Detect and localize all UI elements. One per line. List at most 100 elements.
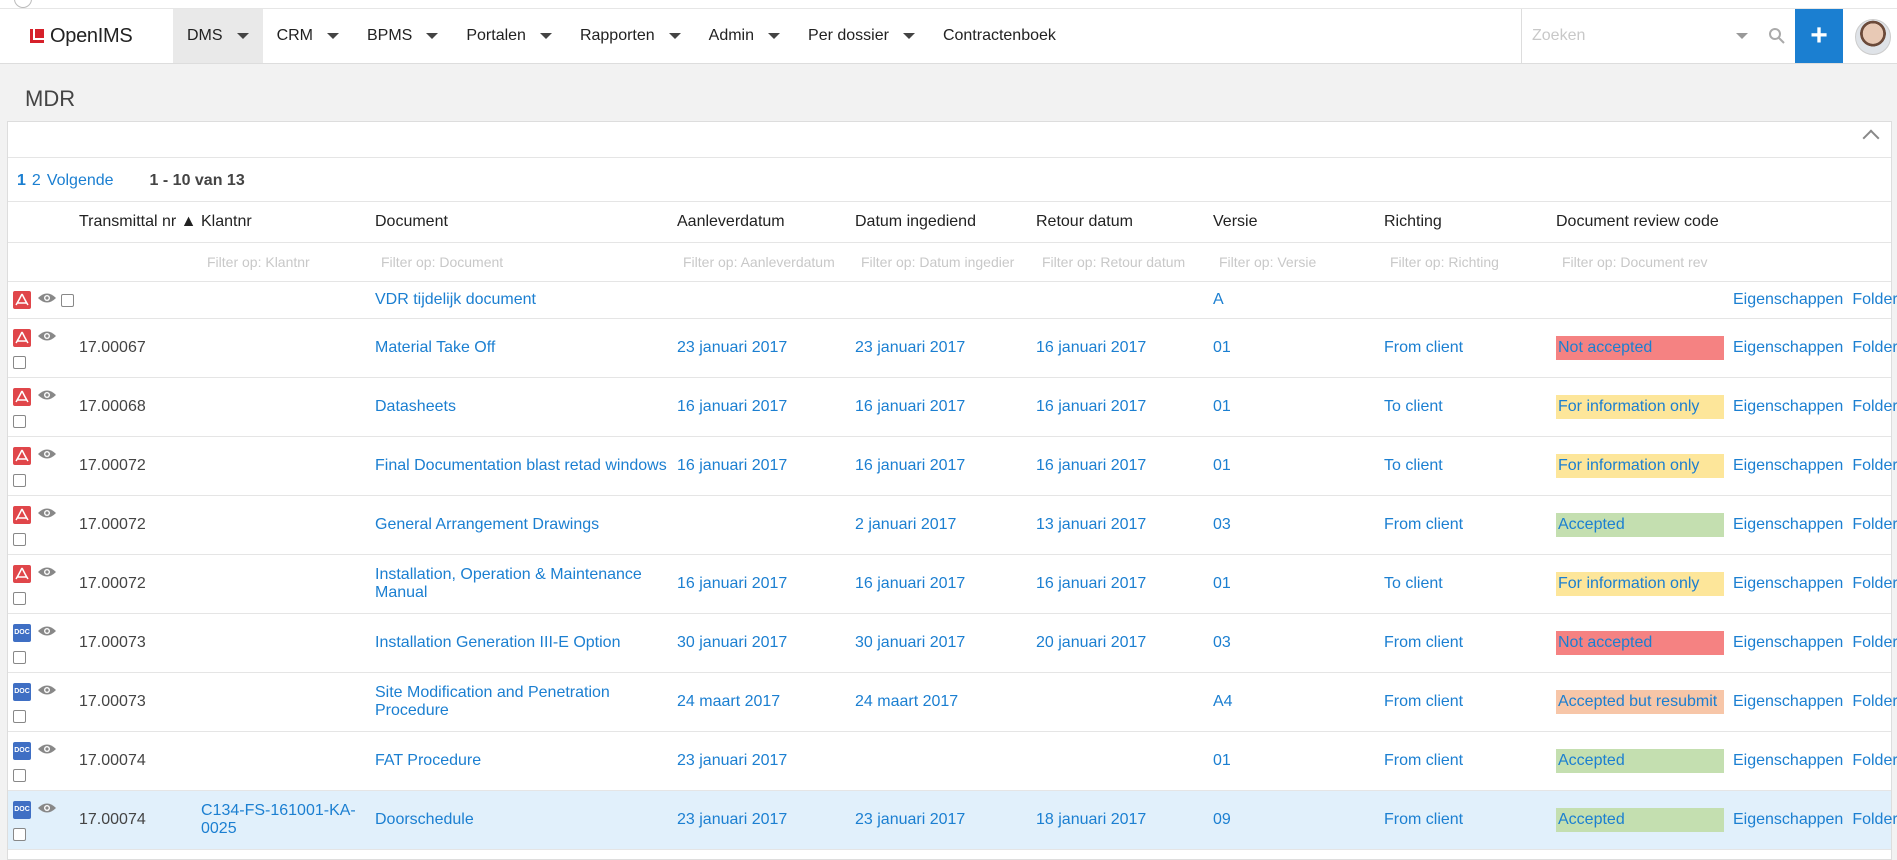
nav-item-per-dossier[interactable]: Per dossier bbox=[794, 9, 929, 63]
table-row[interactable]: DOC 17.00074 C134-FS-161001-KA-0025 Doorsch… bbox=[8, 790, 1897, 850]
nav-item-rapporten[interactable]: Rapporten bbox=[566, 9, 695, 63]
row-checkbox[interactable] bbox=[13, 356, 26, 370]
folder-link[interactable]: Folder bbox=[1852, 398, 1897, 415]
nav-item-crm[interactable]: CRM bbox=[263, 9, 353, 63]
nav-item-portalen[interactable]: Portalen bbox=[452, 9, 566, 63]
pdf-file-icon[interactable] bbox=[13, 329, 31, 347]
table-row[interactable]: 17.00067 Material Take Off 23 januari 2017… bbox=[8, 318, 1897, 378]
header-datum-ingediend[interactable]: Datum ingediend bbox=[855, 202, 1036, 243]
properties-link[interactable]: Eigenschappen bbox=[1733, 634, 1843, 651]
pdf-file-icon[interactable] bbox=[13, 565, 31, 583]
richting[interactable]: From client bbox=[1384, 752, 1463, 769]
aanleverdatum[interactable]: 23 januari 2017 bbox=[677, 811, 787, 828]
search-dropdown-icon[interactable] bbox=[1736, 33, 1748, 39]
row-checkbox[interactable] bbox=[13, 769, 26, 783]
folder-link[interactable]: Folder bbox=[1852, 457, 1897, 474]
retour-datum[interactable]: 20 januari 2017 bbox=[1036, 634, 1146, 651]
nav-item-contractenboek[interactable]: Contractenboek bbox=[929, 9, 1070, 63]
header-retour-datum[interactable]: Retour datum bbox=[1036, 202, 1213, 243]
document-link[interactable]: Doorschedule bbox=[375, 811, 474, 828]
nav-item-admin[interactable]: Admin bbox=[695, 9, 794, 63]
datum-ingediend[interactable]: 24 maart 2017 bbox=[855, 693, 958, 710]
datum-ingediend[interactable]: 30 januari 2017 bbox=[855, 634, 965, 651]
retour-datum[interactable]: 16 januari 2017 bbox=[1036, 575, 1146, 592]
row-checkbox[interactable] bbox=[13, 592, 26, 606]
document-link[interactable]: Final Documentation blast retad windows bbox=[375, 457, 667, 474]
richting[interactable]: To client bbox=[1384, 575, 1443, 592]
folder-link[interactable]: Folder bbox=[1852, 693, 1897, 710]
preview-eye-icon[interactable] bbox=[37, 506, 57, 524]
document-link[interactable]: Site Modification and Penetration Proced… bbox=[375, 684, 610, 719]
versie[interactable]: 01 bbox=[1213, 575, 1231, 592]
preview-eye-icon[interactable] bbox=[37, 565, 57, 583]
table-row[interactable]: DOC 17.00074 FAT Procedure 23 januari 2017 0… bbox=[8, 731, 1897, 791]
doc-file-icon[interactable]: DOC bbox=[13, 624, 31, 642]
versie[interactable]: 01 bbox=[1213, 339, 1231, 356]
folder-link[interactable]: Folder bbox=[1852, 291, 1897, 308]
header-review-code[interactable]: Document review code bbox=[1556, 202, 1733, 243]
row-checkbox[interactable] bbox=[13, 710, 26, 724]
header-versie[interactable]: Versie bbox=[1213, 202, 1384, 243]
table-row[interactable]: DOC 17.00073 Site Modification and Penetra… bbox=[8, 672, 1897, 732]
richting[interactable]: From client bbox=[1384, 339, 1463, 356]
versie[interactable]: A bbox=[1213, 291, 1224, 308]
pdf-file-icon[interactable] bbox=[13, 388, 31, 406]
datum-ingediend[interactable]: 2 januari 2017 bbox=[855, 516, 956, 533]
preview-eye-icon[interactable] bbox=[37, 742, 57, 760]
header-richting[interactable]: Richting bbox=[1384, 202, 1556, 243]
folder-link[interactable]: Folder bbox=[1852, 752, 1897, 769]
search-icon[interactable] bbox=[1768, 27, 1786, 45]
table-row[interactable]: VDR tijdelijk document A Eigenschappen Fold… bbox=[8, 281, 1897, 319]
retour-datum[interactable]: 16 januari 2017 bbox=[1036, 339, 1146, 356]
preview-eye-icon[interactable] bbox=[37, 447, 57, 465]
doc-file-icon[interactable]: DOC bbox=[13, 742, 31, 760]
header-klantnr[interactable]: Klantnr bbox=[201, 202, 375, 243]
datum-ingediend[interactable]: 16 januari 2017 bbox=[855, 575, 965, 592]
document-link[interactable]: General Arrangement Drawings bbox=[375, 516, 599, 533]
datum-ingediend[interactable]: 16 januari 2017 bbox=[855, 398, 965, 415]
table-row[interactable]: 17.00068 Datasheets 16 januari 2017 16 janu… bbox=[8, 377, 1897, 437]
versie[interactable]: 03 bbox=[1213, 516, 1231, 533]
retour-datum[interactable]: 18 januari 2017 bbox=[1036, 811, 1146, 828]
filter-richting-input[interactable] bbox=[1384, 252, 1556, 271]
retour-datum[interactable]: 16 januari 2017 bbox=[1036, 398, 1146, 415]
header-document[interactable]: Document bbox=[375, 202, 677, 243]
page-link-2[interactable]: 2 bbox=[32, 172, 41, 190]
table-row[interactable]: DOC 17.00073 Installation Generation III-E… bbox=[8, 613, 1897, 673]
pdf-file-icon[interactable] bbox=[13, 447, 31, 465]
row-checkbox[interactable] bbox=[13, 415, 26, 429]
document-link[interactable]: Installation, Operation & Maintenance Ma… bbox=[375, 566, 642, 601]
user-avatar[interactable] bbox=[1855, 19, 1891, 55]
datum-ingediend[interactable]: 23 januari 2017 bbox=[855, 339, 965, 356]
aanleverdatum[interactable]: 24 maart 2017 bbox=[677, 693, 780, 710]
filter-versie-input[interactable] bbox=[1213, 252, 1384, 271]
preview-eye-icon[interactable] bbox=[37, 624, 57, 642]
versie[interactable]: 01 bbox=[1213, 398, 1231, 415]
richting[interactable]: From client bbox=[1384, 811, 1463, 828]
nav-item-bpms[interactable]: BPMS bbox=[353, 9, 452, 63]
datum-ingediend[interactable]: 16 januari 2017 bbox=[855, 457, 965, 474]
document-link[interactable]: Datasheets bbox=[375, 398, 456, 415]
aanleverdatum[interactable]: 30 januari 2017 bbox=[677, 634, 787, 651]
filter-retour-datum-input[interactable] bbox=[1036, 252, 1213, 271]
aanleverdatum[interactable]: 16 januari 2017 bbox=[677, 398, 787, 415]
richting[interactable]: From client bbox=[1384, 693, 1463, 710]
aanleverdatum[interactable]: 23 januari 2017 bbox=[677, 339, 787, 356]
preview-eye-icon[interactable] bbox=[37, 801, 57, 819]
row-checkbox[interactable] bbox=[13, 474, 26, 488]
document-link[interactable]: Installation Generation III-E Option bbox=[375, 634, 620, 651]
klantnr-link[interactable]: C134-FS-161001-KA-0025 bbox=[201, 802, 356, 837]
retour-datum[interactable]: 16 januari 2017 bbox=[1036, 457, 1146, 474]
folder-link[interactable]: Folder bbox=[1852, 339, 1897, 356]
properties-link[interactable]: Eigenschappen bbox=[1733, 575, 1843, 592]
preview-eye-icon[interactable] bbox=[37, 291, 57, 309]
collapse-chevron-icon[interactable] bbox=[1862, 129, 1880, 147]
richting[interactable]: To client bbox=[1384, 398, 1443, 415]
richting[interactable]: From client bbox=[1384, 634, 1463, 651]
add-button[interactable]: + bbox=[1795, 9, 1843, 63]
properties-link[interactable]: Eigenschappen bbox=[1733, 752, 1843, 769]
versie[interactable]: 09 bbox=[1213, 811, 1231, 828]
document-link[interactable]: Material Take Off bbox=[375, 339, 495, 356]
preview-eye-icon[interactable] bbox=[37, 683, 57, 701]
properties-link[interactable]: Eigenschappen bbox=[1733, 693, 1843, 710]
